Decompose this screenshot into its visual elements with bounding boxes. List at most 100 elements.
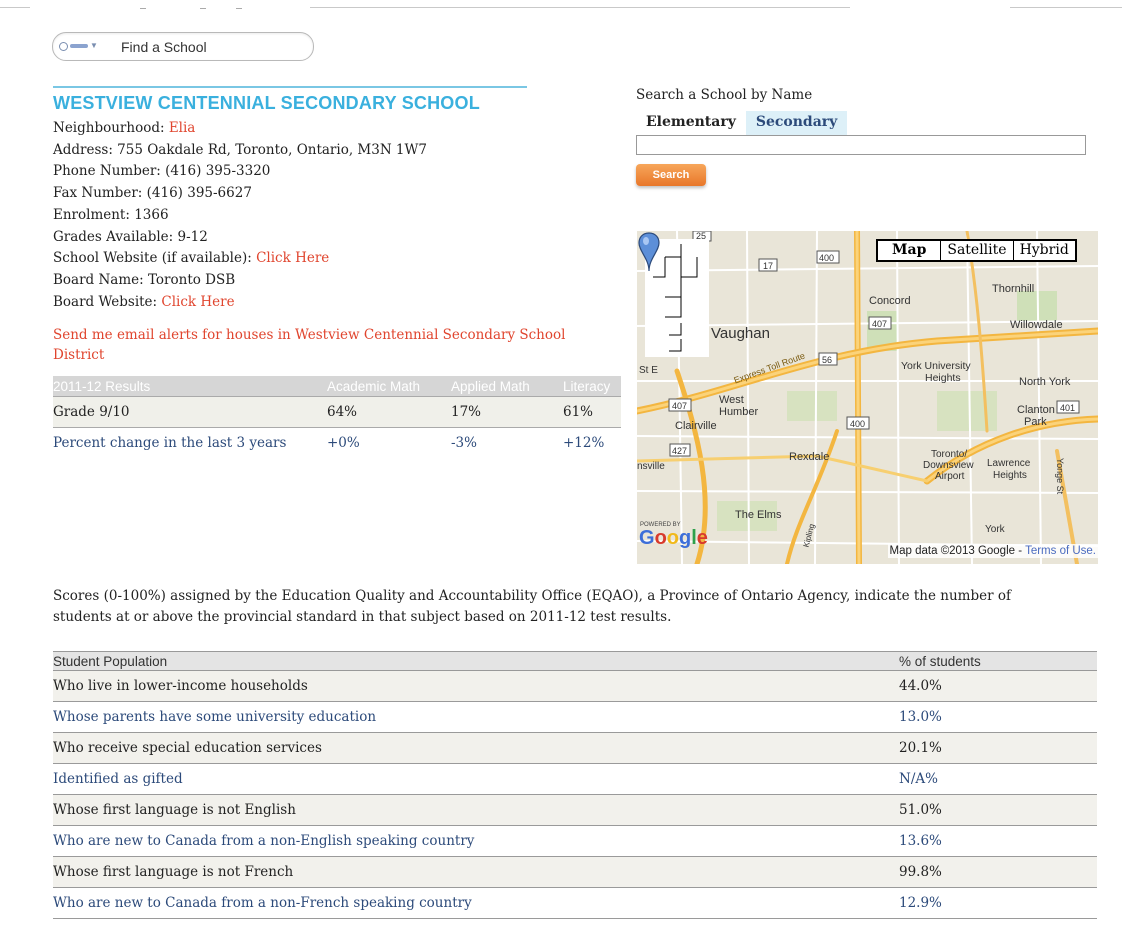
table-cell: -3% <box>451 435 477 451</box>
map-label: Clairville <box>675 420 717 432</box>
table-row: Grade 9/10 64% 17% 61% <box>53 396 621 428</box>
neighbourhood-label: Neighbourhood: <box>53 120 165 136</box>
table-cell: N/A% <box>899 763 1097 795</box>
map-label: nsville <box>637 461 665 472</box>
school-website-link[interactable]: Click Here <box>256 250 329 266</box>
map-view[interactable]: 25 17 400 407 56 407 400 427 401 Vaughan… <box>637 231 1098 564</box>
table-cell: Who receive special education services <box>53 732 899 764</box>
table-cell: 12.9% <box>899 887 1097 919</box>
table-cell: Grade 9/10 <box>53 396 327 428</box>
population-header-cell: Student Population <box>53 651 899 671</box>
highway-shield-56: 56 <box>822 355 832 365</box>
divider <box>140 2 146 9</box>
table-cell: Whose parents have some university educa… <box>53 701 899 733</box>
map-label: Thornhill <box>992 283 1035 295</box>
map-label: Heights <box>925 372 961 384</box>
results-header-cell: Literacy <box>563 376 621 397</box>
results-header-cell: Academic Math <box>327 376 451 397</box>
tab-secondary[interactable]: Secondary <box>745 111 848 135</box>
table-cell: 13.6% <box>899 825 1097 857</box>
board-website-label: Board Website: <box>53 293 158 310</box>
highway-shield-400b: 400 <box>850 419 865 429</box>
email-alert-link[interactable]: Send me email alerts for houses in Westv… <box>53 325 593 365</box>
map-label: Park <box>1024 416 1047 428</box>
map-label: North York <box>1019 376 1071 388</box>
table-cell: +0% <box>327 435 360 451</box>
map-type-control: Map Satellite Hybrid <box>876 239 1077 262</box>
table-row: Identified as gifted N/A% <box>53 763 1097 795</box>
map-label: Rexdale <box>789 451 830 463</box>
neighbourhood-row: Neighbourhood: Elia <box>53 118 633 140</box>
school-info: WESTVIEW CENTENNIAL SECONDARY SCHOOL Nei… <box>53 86 633 365</box>
map-type-map[interactable]: Map <box>878 241 941 260</box>
map-label: Yonge St <box>1055 457 1066 495</box>
map-label: Concord <box>869 295 911 307</box>
search-options-icon[interactable]: ▼ <box>59 38 109 54</box>
board-website-link[interactable]: Click Here <box>161 294 234 310</box>
results-header: 2011-12 Results Academic Math Applied Ma… <box>53 376 621 397</box>
search-button[interactable]: Search <box>636 164 706 186</box>
results-header-cell: Applied Math <box>451 376 563 397</box>
map-label: Vaughan <box>711 325 770 342</box>
table-cell: Identified as gifted <box>53 763 899 795</box>
table-row: Who are new to Canada from a non-English… <box>53 825 1097 857</box>
population-header-cell: % of students <box>899 651 1097 671</box>
school-name: WESTVIEW CENTENNIAL SECONDARY SCHOOL <box>53 93 480 113</box>
school-name-input[interactable] <box>636 135 1086 155</box>
map-type-hybrid[interactable]: Hybrid <box>1012 241 1075 260</box>
table-row: Whose first language is not English 51.0… <box>53 794 1097 826</box>
table-cell: 44.0% <box>899 670 1097 702</box>
school-type-tabs: Elementary Secondary <box>636 111 1096 135</box>
table-cell: Who are new to Canada from a non-French … <box>53 887 899 919</box>
phone-number: Phone Number: (416) 395-3320 <box>53 163 271 180</box>
highway-shield-401: 401 <box>1060 403 1075 413</box>
table-cell: +12% <box>563 435 605 451</box>
map-label: The Elms <box>735 509 782 521</box>
divider <box>310 7 850 8</box>
school-website-label: School Website (if available): <box>53 250 252 267</box>
table-cell: 99.8% <box>899 856 1097 888</box>
divider <box>0 7 30 8</box>
top-browser-strip <box>0 0 1122 10</box>
map-label: Airport <box>935 471 965 482</box>
highway-shield-407b: 407 <box>672 401 687 411</box>
table-cell: 64% <box>327 396 451 428</box>
highway-shield-17: 17 <box>763 261 773 271</box>
map-type-satellite[interactable]: Satellite <box>940 241 1013 260</box>
divider <box>1010 7 1122 8</box>
table-row: Who are new to Canada from a non-French … <box>53 887 1097 919</box>
map-data-text: Map data ©2013 Google - <box>889 545 1023 557</box>
map-label: West <box>719 394 744 406</box>
map-label: York University <box>901 360 971 372</box>
neighbourhood-link[interactable]: Elia <box>169 120 196 136</box>
map-label: Lawrence <box>987 458 1031 469</box>
map-marker-icon[interactable] <box>637 231 661 273</box>
terms-of-use-link[interactable]: Terms of Use. <box>1025 545 1096 557</box>
highway-shield-407: 407 <box>872 319 887 329</box>
board-website-row: Board Website: Click Here <box>53 292 633 314</box>
highway-shield-400: 400 <box>819 253 834 263</box>
table-cell: Whose first language is not French <box>53 856 899 888</box>
table-cell: 61% <box>563 396 621 428</box>
board-name: Board Name: Toronto DSB <box>53 271 236 288</box>
table-cell: 13.0% <box>899 701 1097 733</box>
map-label: Willowdale <box>1010 319 1063 331</box>
table-cell: Who live in lower-income households <box>53 670 899 702</box>
table-row: Whose first language is not French 99.8% <box>53 856 1097 888</box>
enrolment: Enrolment: 1366 <box>53 206 169 223</box>
map-label: Downsview <box>923 460 974 471</box>
tab-elementary[interactable]: Elementary <box>636 111 746 135</box>
table-cell: 51.0% <box>899 794 1097 826</box>
table-row: Who live in lower-income households 44.0… <box>53 670 1097 702</box>
find-school-input[interactable] <box>119 37 303 57</box>
grades-available: Grades Available: 9-12 <box>53 228 208 245</box>
find-school-search[interactable]: ▼ <box>52 32 314 61</box>
table-row: Percent change in the last 3 years +0% -… <box>53 428 621 459</box>
map-attribution: Map data ©2013 Google - Terms of Use. <box>887 544 1098 558</box>
table-cell: 17% <box>451 396 563 428</box>
highway-shield-427: 427 <box>672 446 687 456</box>
search-by-name-title: Search a School by Name <box>636 87 813 103</box>
address: Address: 755 Oakdale Rd, Toronto, Ontari… <box>53 141 427 158</box>
population-header: Student Population % of students <box>53 651 1097 671</box>
eqao-note: Scores (0-100%) assigned by the Educatio… <box>53 588 1011 625</box>
